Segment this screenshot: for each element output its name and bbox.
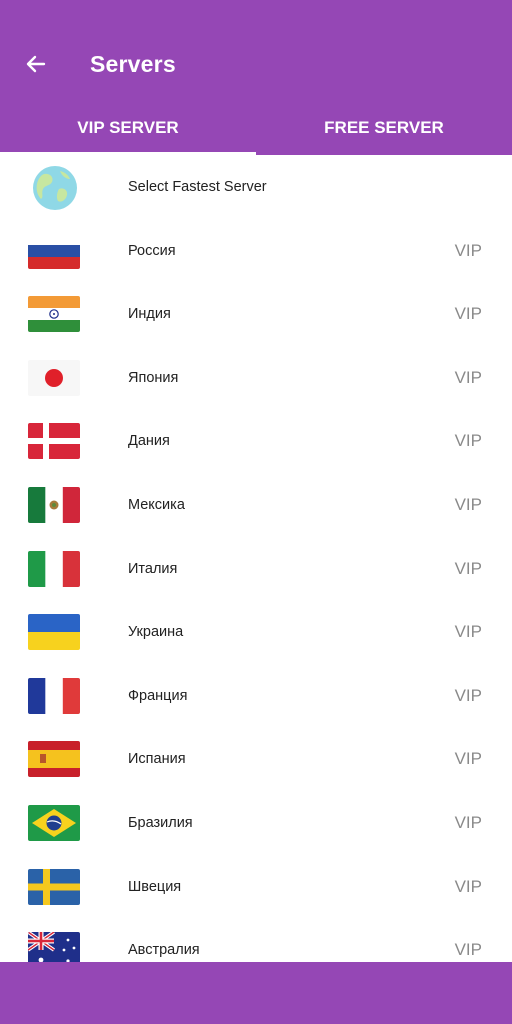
spain-flag-icon <box>28 741 80 778</box>
india-flag-icon <box>28 296 80 333</box>
server-name: Мексика <box>128 496 185 513</box>
server-row-spain[interactable]: Испания VIP <box>0 727 512 791</box>
server-name: Индия <box>128 306 171 323</box>
vip-badge: VIP <box>454 304 482 324</box>
tab-vip-server[interactable]: VIP SERVER <box>0 100 256 155</box>
globe-icon <box>33 166 77 210</box>
vip-badge: VIP <box>454 812 482 832</box>
server-name: Япония <box>128 369 179 386</box>
server-row-russia[interactable]: Россия VIP <box>0 219 512 283</box>
italy-flag-icon <box>28 550 80 587</box>
app-bar: Servers VIP SERVER FREE SERVER <box>0 0 512 155</box>
server-name: Select Fastest Server <box>128 179 267 195</box>
server-row-denmark[interactable]: Дания VIP <box>0 409 512 473</box>
tab-bar: VIP SERVER FREE SERVER <box>0 100 512 155</box>
vip-badge: VIP <box>454 940 482 960</box>
ukraine-flag-icon <box>28 614 80 651</box>
denmark-flag-icon <box>28 423 80 460</box>
server-row-ukraine[interactable]: Украина VIP <box>0 600 512 664</box>
brazil-flag-icon <box>28 804 80 841</box>
server-list: Select Fastest Server Россия VIP Индия V… <box>0 155 512 982</box>
vip-badge: VIP <box>454 558 482 578</box>
sweden-flag-icon <box>28 868 80 905</box>
server-row-india[interactable]: Индия VIP <box>0 282 512 346</box>
server-name: Бразилия <box>128 814 193 831</box>
mexico-flag-icon <box>28 486 80 523</box>
vip-badge: VIP <box>454 431 482 451</box>
france-flag-icon <box>28 677 80 714</box>
russia-flag-icon <box>28 232 80 269</box>
server-row-italy[interactable]: Италия VIP <box>0 537 512 601</box>
server-name: Россия <box>128 242 176 259</box>
server-name: Швеция <box>128 878 182 895</box>
vip-badge: VIP <box>454 494 482 514</box>
arrow-left-icon <box>26 55 46 73</box>
select-fastest-server-row[interactable]: Select Fastest Server <box>0 155 512 219</box>
server-row-france[interactable]: Франция VIP <box>0 664 512 728</box>
vip-badge: VIP <box>454 685 482 705</box>
vip-badge: VIP <box>454 749 482 769</box>
page-title: Servers <box>90 51 176 77</box>
server-name: Украина <box>128 624 184 641</box>
server-row-japan[interactable]: Япония VIP <box>0 346 512 410</box>
vip-badge: VIP <box>454 876 482 896</box>
server-row-sweden[interactable]: Швеция VIP <box>0 855 512 919</box>
toolbar: Servers <box>0 34 512 94</box>
server-row-mexico[interactable]: Мексика VIP <box>0 473 512 537</box>
vip-badge: VIP <box>454 622 482 642</box>
vip-badge: VIP <box>454 240 482 260</box>
server-name: Франция <box>128 687 188 704</box>
server-row-brazil[interactable]: Бразилия VIP <box>0 791 512 855</box>
japan-flag-icon <box>28 359 80 396</box>
back-button[interactable] <box>18 46 54 82</box>
server-name: Австралия <box>128 942 200 959</box>
vip-badge: VIP <box>454 367 482 387</box>
server-name: Италия <box>128 560 178 577</box>
tab-free-server[interactable]: FREE SERVER <box>256 100 512 155</box>
bottom-bar <box>0 962 512 1024</box>
server-name: Испания <box>128 751 186 768</box>
server-name: Дания <box>128 433 170 450</box>
